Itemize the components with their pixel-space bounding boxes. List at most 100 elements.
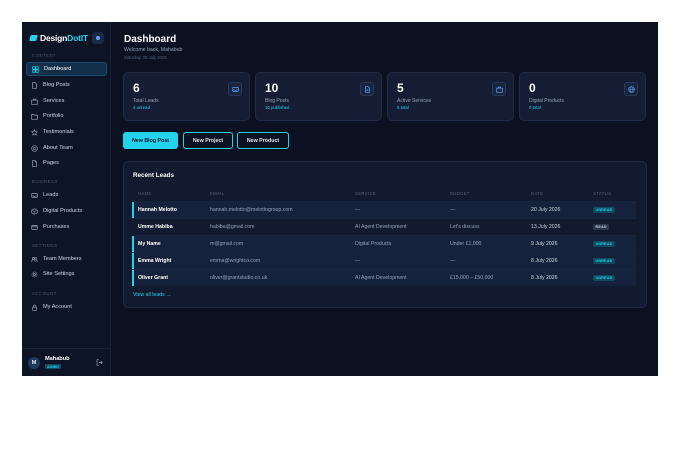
- stat-card-total-leads[interactable]: 6 Total Leads 4 unread: [123, 72, 250, 121]
- sidebar-item-blog-posts[interactable]: Blog Posts: [26, 78, 107, 92]
- status-badge: UNREAD: [593, 241, 616, 247]
- stat-subtext: 10 published: [265, 105, 290, 110]
- logout-icon[interactable]: [96, 359, 103, 366]
- lead-email: m@gmail.com: [210, 241, 244, 247]
- stat-value: 5: [397, 81, 404, 95]
- unread-indicator: [132, 202, 134, 218]
- section-label-content: CONTENT: [32, 53, 57, 58]
- document-icon: [31, 81, 38, 89]
- briefcase-icon: [492, 82, 506, 96]
- lead-name: My Name: [138, 241, 161, 247]
- stat-label: Blog Posts: [265, 98, 289, 104]
- sidebar-item-testimonials[interactable]: Testimonials: [26, 125, 107, 139]
- sidebar-item-dashboard[interactable]: Dashboard: [26, 62, 107, 76]
- sidebar-item-label: Site Settings: [43, 271, 75, 277]
- sidebar-item-label: Services: [43, 98, 65, 104]
- stat-card-digital-products[interactable]: 0 Digital Products 0 total: [519, 72, 646, 121]
- sidebar-item-about-team[interactable]: About Team: [26, 141, 107, 155]
- sidebar-item-purchases[interactable]: Purchases: [26, 220, 107, 234]
- brand-name: DesignDotIT: [40, 33, 88, 43]
- theme-toggle-icon[interactable]: [91, 32, 104, 44]
- lead-name: Emma Wright: [138, 258, 172, 264]
- lead-date: 9 July 2026: [531, 241, 558, 247]
- page-title: Dashboard: [124, 34, 177, 45]
- section-title: Recent Leads: [133, 172, 174, 179]
- lead-email: oliver@grantstudio.co.uk: [210, 275, 268, 281]
- new-blog-post-button[interactable]: New Blog Post: [123, 132, 178, 149]
- stat-card-blog-posts[interactable]: 10 Blog Posts 10 published: [255, 72, 382, 121]
- stat-subtext: 4 unread: [133, 105, 150, 110]
- lead-budget: —: [450, 207, 456, 213]
- column-header-service: SERVICE: [355, 191, 377, 196]
- table-row[interactable]: Oliver Grant oliver@grantstudio.co.uk AI…: [132, 269, 636, 286]
- sidebar-item-site-settings[interactable]: Site Settings: [26, 267, 107, 281]
- section-label-account: ACCOUNT: [32, 291, 57, 296]
- grid-icon: [32, 65, 39, 73]
- lead-name: Hannah Melotto: [138, 207, 177, 213]
- page-icon: [31, 159, 38, 167]
- sidebar-item-portfolio[interactable]: Portfolio: [26, 109, 107, 123]
- sidebar-item-label: Testimonials: [43, 129, 74, 135]
- document-icon: [360, 82, 374, 96]
- new-project-button[interactable]: New Project: [183, 132, 233, 149]
- lead-date: 13 July 2026: [531, 224, 561, 230]
- gear-icon: [31, 271, 38, 278]
- briefcase-icon: [31, 98, 38, 105]
- lead-service: —: [355, 258, 361, 264]
- sidebar-item-label: Portfolio: [43, 113, 64, 119]
- box-icon: [31, 207, 38, 215]
- table-row[interactable]: Hannah Melotto hannah.melotto@melottogro…: [132, 201, 636, 218]
- lead-email: habiba@gmail.com: [210, 224, 255, 230]
- unread-indicator: [132, 253, 134, 269]
- sidebar-item-label: My Account: [43, 304, 72, 310]
- lead-budget: Let's discuss: [450, 224, 480, 230]
- column-header-email: EMAIL: [210, 191, 225, 196]
- sidebar-item-pages[interactable]: Pages: [26, 156, 107, 170]
- sidebar-item-label: Blog Posts: [43, 82, 70, 88]
- card-icon: [31, 224, 38, 231]
- sidebar-item-label: Digital Products: [43, 208, 83, 214]
- sidebar-item-my-account[interactable]: My Account: [26, 300, 107, 314]
- brand-logo[interactable]: DesignDotIT: [29, 31, 110, 45]
- sidebar-item-leads[interactable]: Leads: [26, 188, 107, 202]
- sidebar-item-team-members[interactable]: Team Members: [26, 252, 107, 266]
- sidebar-item-services[interactable]: Services: [26, 94, 107, 108]
- lead-budget: —: [450, 258, 456, 264]
- section-label-settings: SETTINGS: [32, 243, 58, 248]
- lead-email: hannah.melotto@melottogroup.com: [210, 207, 293, 213]
- table-row[interactable]: My Name m@gmail.com Digital Products Und…: [132, 235, 636, 252]
- sidebar-item-label: Dashboard: [44, 66, 72, 72]
- lead-service: AI Agent Development: [355, 224, 407, 230]
- view-all-leads-link[interactable]: View all leads →: [133, 292, 171, 298]
- lead-budget: £15,000 – £50,000: [450, 275, 494, 281]
- lead-email: emma@wrightco.com: [210, 258, 261, 264]
- avatar[interactable]: M: [28, 356, 40, 369]
- stat-value: 10: [265, 81, 279, 95]
- column-header-status: STATUS: [593, 191, 612, 196]
- stat-card-active-services[interactable]: 5 Active Services 5 total: [387, 72, 514, 121]
- logo-icon: [29, 35, 38, 41]
- status-badge: UNREAD: [593, 258, 616, 264]
- column-header-budget: BUDGET: [450, 191, 470, 196]
- table-row[interactable]: Umme Habiba habiba@gmail.com AI Agent De…: [132, 218, 636, 235]
- sidebar-item-label: Pages: [43, 160, 59, 166]
- sidebar-item-label: Purchases: [43, 224, 70, 230]
- sidebar-item-label: About Team: [43, 145, 73, 151]
- sidebar: DesignDotIT CONTENT Dashboard Blog Posts…: [22, 22, 111, 376]
- lock-icon: [31, 304, 38, 311]
- sidebar-item-label: Team Members: [43, 256, 82, 262]
- section-label-business: BUSINESS: [32, 179, 58, 184]
- current-date: Saturday, 25 July 2026: [124, 55, 167, 60]
- lead-date: 20 July 2026: [531, 207, 561, 213]
- stat-value: 0: [529, 81, 536, 95]
- new-product-button[interactable]: New Product: [237, 132, 289, 149]
- globe-icon: [624, 82, 638, 96]
- stat-value: 6: [133, 81, 140, 95]
- stat-label: Digital Products: [529, 98, 565, 104]
- unread-indicator: [132, 270, 134, 286]
- stat-subtext: 5 total: [397, 105, 409, 110]
- lead-service: Digital Products: [355, 241, 392, 247]
- sidebar-item-digital-products[interactable]: Digital Products: [26, 204, 107, 218]
- unread-indicator: [132, 236, 134, 252]
- table-row[interactable]: Emma Wright emma@wrightco.com — — 8 July…: [132, 252, 636, 269]
